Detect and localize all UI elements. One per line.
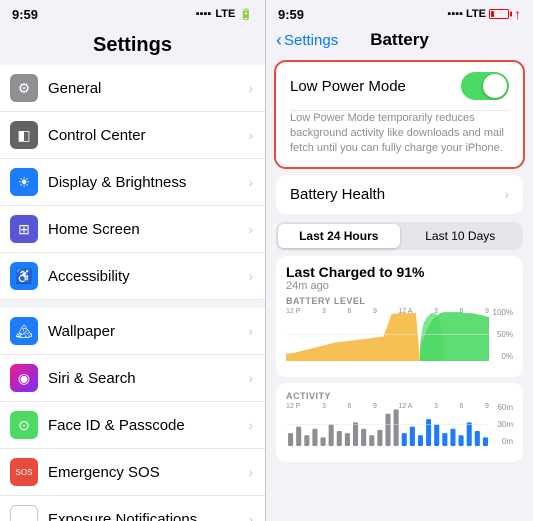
left-panel: 9:59 ▪▪▪▪ LTE 🔋 Settings ⚙General›◧Contr… bbox=[0, 0, 266, 521]
chevron-icon-siri: › bbox=[248, 370, 253, 386]
battery-level-label: BATTERY LEVEL bbox=[286, 296, 513, 306]
y-label-50: 50% bbox=[497, 330, 513, 339]
activity-y-labels: 60m 30m 0m bbox=[497, 403, 513, 446]
right-nav: ‹ Settings Battery bbox=[266, 28, 533, 56]
chevron-icon-wallpaper: › bbox=[248, 323, 253, 339]
chart-main-title: Last Charged to 91% bbox=[286, 264, 513, 280]
lpm-toggle[interactable] bbox=[461, 72, 509, 100]
right-lte-label: LTE bbox=[466, 8, 486, 20]
chevron-icon-faceid: › bbox=[248, 417, 253, 433]
activity-chart: 60m 30m 0m bbox=[286, 403, 513, 458]
y-label-30m: 30m bbox=[497, 420, 513, 429]
left-time: 9:59 bbox=[12, 7, 38, 22]
right-time: 9:59 bbox=[278, 7, 304, 22]
sidebar-label-control-center: Control Center bbox=[48, 127, 248, 144]
sidebar-item-wallpaper[interactable]: 🏔 Wallpaper› bbox=[0, 308, 265, 355]
sos-icon: SOS bbox=[10, 458, 38, 486]
time-option-10d[interactable]: Last 10 Days bbox=[400, 224, 522, 248]
chevron-icon-control-center: › bbox=[248, 127, 253, 143]
display-icon: ☀ bbox=[10, 168, 38, 196]
chevron-icon-general: › bbox=[248, 80, 253, 96]
chevron-icon-display: › bbox=[248, 174, 253, 190]
sidebar-label-accessibility: Accessibility bbox=[48, 268, 248, 285]
sidebar-label-general: General bbox=[48, 80, 248, 97]
battery-arrow-icon: ↑ bbox=[514, 6, 521, 22]
y-label-0m: 0m bbox=[502, 437, 513, 446]
right-signal-icon: ▪▪▪▪ bbox=[447, 8, 463, 20]
sidebar-label-faceid: Face ID & Passcode bbox=[48, 417, 248, 434]
sidebar-label-exposure: Exposure Notifications bbox=[48, 511, 248, 521]
back-label: Settings bbox=[284, 32, 338, 49]
chart-subtitle: 24m ago bbox=[286, 280, 513, 292]
sidebar-label-siri: Siri & Search bbox=[48, 370, 248, 387]
toggle-knob bbox=[483, 74, 507, 98]
general-icon: ⚙ bbox=[10, 74, 38, 102]
sidebar-item-faceid[interactable]: ⊙ Face ID & Passcode› bbox=[0, 402, 265, 449]
sidebar-label-display: Display & Brightness bbox=[48, 174, 248, 191]
siri-icon: ◉ bbox=[10, 364, 38, 392]
signal-icon: ▪▪▪▪ bbox=[196, 8, 212, 20]
battery-chart-section: Last Charged to 91% 24m ago BATTERY LEVE… bbox=[276, 256, 523, 377]
sidebar-item-exposure[interactable]: ✳ Exposure Notifications› bbox=[0, 496, 265, 521]
sidebar-item-accessibility[interactable]: ♿ Accessibility› bbox=[0, 253, 265, 300]
battery-health-label: Battery Health bbox=[290, 186, 385, 203]
lte-icon: LTE bbox=[215, 8, 235, 20]
low-battery-icon bbox=[489, 9, 509, 19]
time-selector: Last 24 Hours Last 10 Days bbox=[276, 222, 523, 250]
right-status-icons: ▪▪▪▪ LTE ↑ bbox=[447, 6, 521, 22]
left-panel-title: Settings bbox=[0, 28, 265, 65]
back-button[interactable]: ‹ Settings bbox=[276, 31, 338, 49]
battery-health-row[interactable]: Battery Health › bbox=[276, 175, 523, 214]
sidebar-item-display[interactable]: ☀ Display & Brightness› bbox=[0, 159, 265, 206]
sidebar-item-siri[interactable]: ◉ Siri & Search› bbox=[0, 355, 265, 402]
control-center-icon: ◧ bbox=[10, 121, 38, 149]
left-status-icons: ▪▪▪▪ LTE 🔋 bbox=[196, 8, 253, 21]
sidebar-item-control-center[interactable]: ◧ Control Center› bbox=[0, 112, 265, 159]
right-status-bar: 9:59 ▪▪▪▪ LTE ↑ bbox=[266, 0, 533, 28]
lpm-description: Low Power Mode temporarily reduces backg… bbox=[276, 111, 523, 167]
sidebar-item-home-screen[interactable]: ⊞ Home Screen› bbox=[0, 206, 265, 253]
lpm-row: Low Power Mode bbox=[276, 62, 523, 110]
battery-icon: 🔋 bbox=[239, 8, 253, 21]
chart-title-row: Last Charged to 91% 24m ago bbox=[286, 264, 513, 292]
y-label-60m: 60m bbox=[497, 403, 513, 412]
battery-svg-wrapper bbox=[286, 308, 489, 361]
chevron-icon-accessibility: › bbox=[248, 268, 253, 284]
activity-label: ACTIVITY bbox=[286, 391, 513, 401]
sidebar-label-sos: Emergency SOS bbox=[48, 464, 248, 481]
faceid-icon: ⊙ bbox=[10, 411, 38, 439]
battery-health-chevron-icon: › bbox=[504, 186, 509, 202]
sidebar-label-wallpaper: Wallpaper bbox=[48, 323, 248, 340]
right-content: Low Power Mode Low Power Mode temporaril… bbox=[266, 56, 533, 521]
battery-health-card[interactable]: Battery Health › bbox=[276, 175, 523, 214]
time-option-24h[interactable]: Last 24 Hours bbox=[278, 224, 400, 248]
chevron-icon-home-screen: › bbox=[248, 221, 253, 237]
low-power-mode-card: Low Power Mode Low Power Mode temporaril… bbox=[276, 62, 523, 167]
right-panel-title: Battery bbox=[370, 30, 429, 50]
y-label-100: 100% bbox=[493, 308, 513, 317]
home-screen-icon: ⊞ bbox=[10, 215, 38, 243]
wallpaper-icon: 🏔 bbox=[10, 317, 38, 345]
exposure-icon: ✳ bbox=[10, 505, 38, 521]
settings-list: ⚙General›◧Control Center›☀Display & Brig… bbox=[0, 65, 265, 521]
back-chevron-icon: ‹ bbox=[276, 31, 282, 49]
accessibility-icon: ♿ bbox=[10, 262, 38, 290]
battery-level-chart: 100% 50% 0% bbox=[286, 308, 513, 373]
chevron-icon-sos: › bbox=[248, 464, 253, 480]
sidebar-item-sos[interactable]: SOS Emergency SOS› bbox=[0, 449, 265, 496]
sidebar-item-general[interactable]: ⚙ General› bbox=[0, 65, 265, 112]
lpm-label: Low Power Mode bbox=[290, 78, 406, 95]
left-status-bar: 9:59 ▪▪▪▪ LTE 🔋 bbox=[0, 0, 265, 28]
chevron-icon-exposure: › bbox=[248, 511, 253, 521]
activity-chart-section: ACTIVITY 60m 30m 0m bbox=[276, 383, 523, 462]
battery-y-labels: 100% 50% 0% bbox=[493, 308, 513, 361]
sidebar-label-home-screen: Home Screen bbox=[48, 221, 248, 238]
right-panel: 9:59 ▪▪▪▪ LTE ↑ ‹ Settings Battery Low P… bbox=[266, 0, 533, 521]
y-label-0: 0% bbox=[501, 352, 513, 361]
activity-svg-wrapper bbox=[286, 403, 489, 446]
